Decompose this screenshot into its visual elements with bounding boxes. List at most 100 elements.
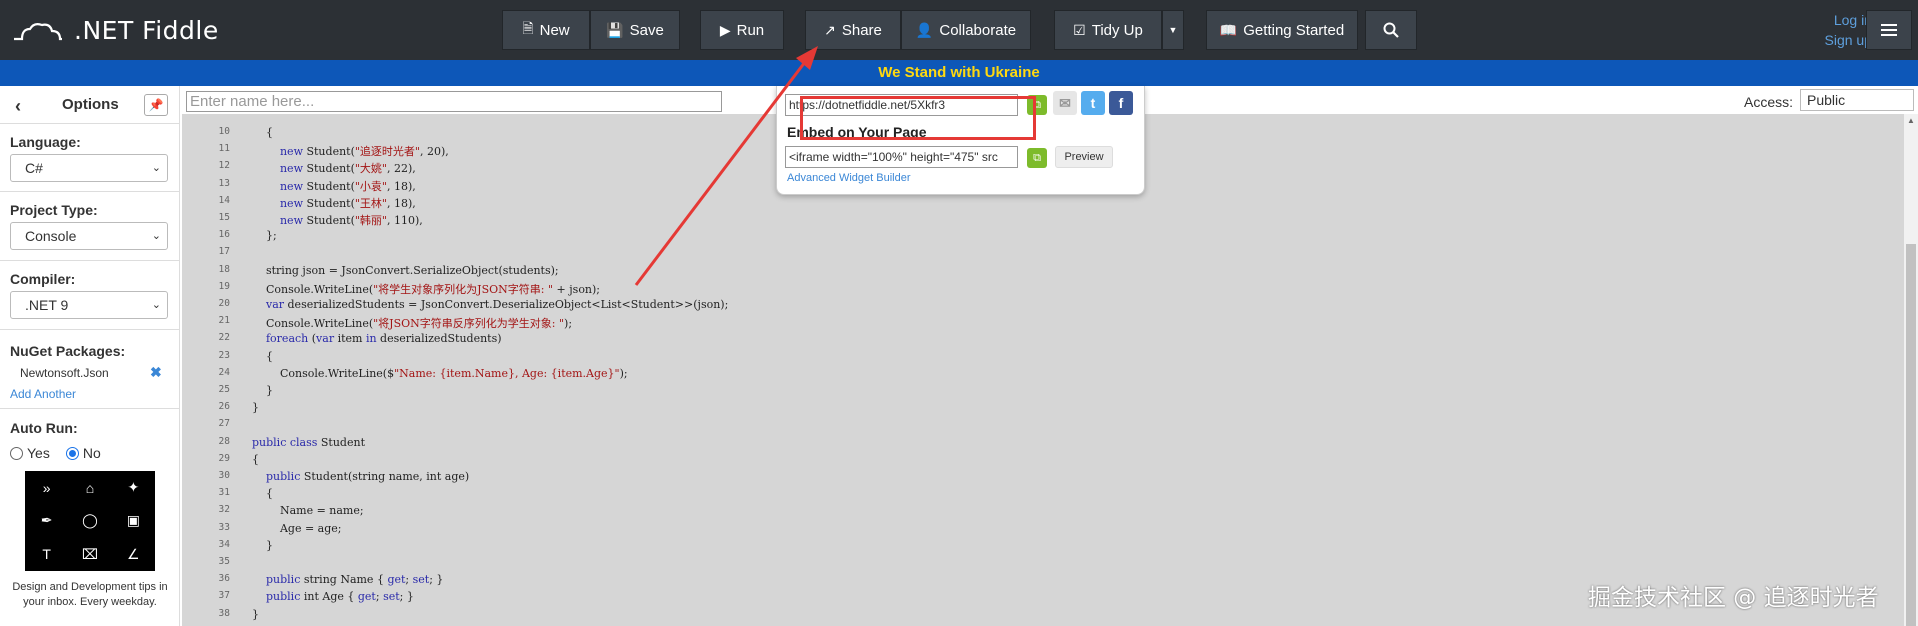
code-line[interactable]: foreach (var item in deserializedStudent… [238,332,502,345]
code-line[interactable]: } [238,384,273,397]
access-select[interactable]: Public [1800,89,1914,111]
remove-package-icon[interactable]: ✖ [150,364,162,381]
new-button[interactable]: 🗎 New [502,10,590,50]
code-line[interactable]: new Student("王林", 18), [238,195,416,211]
code-line[interactable]: public int Age { get; set; } [238,590,414,603]
scroll-up-icon[interactable]: ▲ [1907,116,1915,125]
code-line[interactable]: new Student("小袁", 18), [238,178,416,194]
code-line[interactable]: public class Student [238,436,365,449]
code-token: , 18), [387,179,416,193]
login-link[interactable]: Log in [1780,10,1872,30]
code-line[interactable]: var deserializedStudents = JsonConvert.D… [238,298,728,311]
code-line[interactable]: new Student("大姚", 22), [238,160,416,176]
embed-code-input[interactable]: <iframe width="100%" height="475" src [785,146,1018,168]
line-number: 23 [218,349,230,361]
code-line[interactable]: { [238,487,273,500]
line-number: 27 [218,418,230,430]
text-tool-icon: T [42,546,51,563]
signup-link[interactable]: Sign up [1780,30,1872,50]
pin-icon[interactable]: 📌 [144,94,168,116]
logo[interactable]: .NET Fiddle [12,12,219,48]
share-button[interactable]: ↗ Share [805,10,901,50]
language-select[interactable]: C# ⌄ [10,154,168,182]
line-number: 19 [218,280,230,292]
editor-scrollbar[interactable]: ▲ [1904,114,1918,626]
code-token: { [238,349,273,363]
facebook-icon[interactable]: f [1109,91,1133,115]
code-token: "大姚" [354,162,387,176]
project-type-label: Project Type: [10,202,98,218]
code-token: new [279,145,303,159]
code-line[interactable]: new Student("韩丽", 110), [238,212,423,228]
code-token: ; } [399,590,414,604]
code-line[interactable]: Age = age; [238,522,342,535]
advanced-widget-builder-link[interactable]: Advanced Widget Builder [787,172,911,184]
code-line[interactable]: Name = name; [238,504,364,517]
divider [0,329,180,330]
line-number: 34 [218,538,230,550]
chevron-down-icon: ⌄ [151,230,161,242]
compiler-select[interactable]: .NET 9 ⌄ [10,291,168,319]
autorun-yes-radio[interactable] [10,446,23,460]
code-line[interactable]: public Student(string name, int age) [238,470,469,483]
line-number: 25 [218,384,230,395]
scrollbar-thumb[interactable] [1906,244,1916,626]
fiddle-name-input[interactable]: Enter name here... [186,91,722,112]
copy-embed-icon[interactable]: ⧉ [1027,148,1047,168]
email-icon[interactable]: ✉ [1053,91,1077,115]
nuget-label: NuGet Packages: [10,343,126,359]
file-button-group: 🗎 New 💾 Save [502,10,680,50]
tidy-up-dropdown[interactable]: ▼ [1162,10,1184,50]
code-line[interactable]: { [238,350,273,363]
run-button[interactable]: ▶ Run [700,10,784,50]
collapse-chevron-left-icon[interactable]: ‹ [15,96,21,117]
code-token: public [265,590,301,604]
tidy-up-label: Tidy Up [1091,21,1143,39]
code-line[interactable]: Console.WriteLine("将JSON字符串反序列化为学生对象: ")… [238,315,572,331]
code-line[interactable]: Console.WriteLine($"Name: {item.Name}, A… [238,367,628,380]
code-line[interactable]: public string Name { get; set; } [238,573,443,586]
search-button[interactable] [1365,10,1417,50]
ukraine-banner[interactable]: We Stand with Ukraine [0,60,1918,86]
code-line[interactable]: string json = JsonConvert.SerializeObjec… [238,264,559,277]
save-button[interactable]: 💾 Save [590,10,680,50]
line-number: 21 [218,315,230,327]
ad-text[interactable]: Design and Development tips in your inbo… [8,580,172,610]
project-type-select[interactable]: Console ⌄ [10,222,168,250]
code-line[interactable]: }; [238,229,277,242]
line-number: 26 [218,401,230,413]
twitter-icon[interactable]: t [1081,91,1105,115]
line-number: 29 [218,452,230,464]
code-token: }; [238,229,277,243]
options-title: Options [62,96,119,113]
autorun-no-radio[interactable] [65,446,79,460]
code-token: deserializedStudents = JsonConvert.Deser… [284,298,729,311]
code-token: } [238,384,273,397]
tidy-up-button[interactable]: ☑ Tidy Up [1054,10,1162,50]
line-number: 20 [218,298,230,309]
line-number: 11 [218,143,230,155]
collaborate-button[interactable]: 👤 Collaborate [901,10,1031,50]
code-line[interactable]: } [238,608,259,621]
code-line[interactable]: { [238,453,259,466]
code-token: in [365,332,377,346]
code-line[interactable]: } [238,539,273,552]
code-line[interactable]: new Student("追逐时光者", 20), [238,143,449,159]
line-number: 36 [218,573,230,585]
home-icon: ⌂ [85,479,95,496]
top-navbar: .NET Fiddle 🗎 New 💾 Save ▶ Run ↗ Share 👤… [0,0,1918,60]
line-number: 16 [218,229,230,241]
code-line[interactable]: { [238,126,273,139]
line-number-gutter: 10 11 12 13 14 15 16 17 18 19 20 21 22 23 24 25 26 27 28 29… [182,114,234,626]
code-line[interactable]: Console.WriteLine("将学生对象序列化为JSON字符串: " +… [238,281,600,297]
line-number: 28 [218,435,230,447]
share-label: Share [841,21,882,39]
add-another-link[interactable]: Add Another [10,387,76,401]
preview-button[interactable]: Preview [1055,146,1113,168]
hamburger-menu-button[interactable] [1866,10,1912,50]
code-line[interactable]: } [238,401,259,414]
getting-started-button[interactable]: 📖 Getting Started [1206,10,1358,50]
ad-image[interactable]: » ⌂ ✦ ✒ ◯ ▣ T ⌧ ∠ [25,471,155,571]
